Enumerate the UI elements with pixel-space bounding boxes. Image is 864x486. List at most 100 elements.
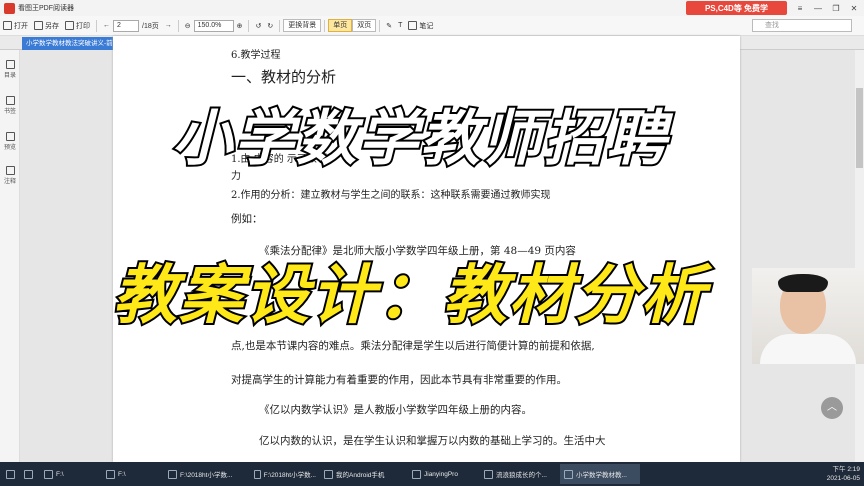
doc-line: 例如：: [231, 213, 263, 225]
browser-icon: [484, 469, 493, 479]
menu-icon[interactable]: ≡: [792, 0, 808, 16]
sidebar-label: 目录: [3, 73, 16, 79]
sidebar-label: 书签: [3, 109, 16, 115]
restore-icon[interactable]: ❐: [828, 0, 844, 16]
minimize-icon[interactable]: —: [810, 0, 826, 16]
promo-banner[interactable]: PS,C4D等 免费学: [686, 1, 787, 15]
double-page-button[interactable]: 双页: [352, 19, 377, 32]
sidebar-item-toc[interactable]: 目录: [0, 60, 20, 79]
folder-icon: [3, 21, 12, 30]
scrollbar[interactable]: [855, 50, 864, 462]
search-input[interactable]: 查找: [752, 19, 852, 32]
clock-time: 下午 2:19: [832, 466, 860, 473]
overlay-title: 小学数学教师招聘: [170, 102, 668, 176]
eye-icon: [5, 132, 15, 141]
single-page-button[interactable]: 单页: [328, 19, 353, 32]
title-bar: 看图王PDF阅读器 PS,C4D等 免费学 ≡ — ❐ ✕: [0, 0, 864, 16]
page-input[interactable]: 2: [113, 19, 139, 32]
print-label: 打印: [76, 22, 90, 30]
taskbar-label: F:\: [56, 470, 64, 478]
taskbar-item[interactable]: 我的Android手机: [320, 464, 408, 484]
divider: [96, 19, 97, 32]
divider: [177, 19, 179, 32]
app-logo-icon: [4, 2, 15, 14]
close-icon[interactable]: ✕: [846, 0, 862, 16]
folder-icon: [254, 469, 261, 479]
taskbar-label: JianyingPro: [424, 470, 458, 478]
sidebar-label: 注释: [3, 179, 16, 185]
presenter-hair: [778, 274, 828, 292]
clock-date: 2021-06-05: [826, 475, 860, 482]
taskbar-item-active[interactable]: 小学数学教材教...: [560, 464, 640, 484]
sidebar: 目录 书签 预览 注释: [0, 50, 20, 462]
section-number: 6.教学过程: [231, 50, 281, 61]
saveas-button[interactable]: 另存: [31, 18, 62, 34]
doc-line: 《亿以内数学认识》是人教版小学数学四年级上册的内容。: [259, 404, 532, 416]
highlighter-icon[interactable]: ✎: [383, 18, 395, 34]
sidebar-item-preview[interactable]: 预览: [0, 132, 20, 151]
doc-line: 2.作用的分析：建立教材与学生之间的联系：这种联系需要通过教师实现: [231, 190, 551, 201]
divider: [324, 19, 326, 32]
zoom-select[interactable]: 150.0%: [193, 19, 234, 32]
section-heading: 一、教材的分析: [231, 68, 337, 86]
taskbar-item[interactable]: F:\: [40, 464, 102, 484]
doc-line: 对提高学生的计算能力有着重要的作用，因此本节具有非常重要的作用。: [231, 374, 567, 386]
note-button[interactable]: 笔记: [405, 18, 436, 34]
drive-icon: [106, 469, 115, 479]
taskbar-item[interactable]: 流浪狼成长的个...: [480, 464, 560, 484]
overlay-subtitle: 教案设计：教材分析: [111, 257, 707, 335]
open-button[interactable]: 打开: [0, 18, 31, 34]
app-title: 看图王PDF阅读器: [18, 5, 74, 12]
prev-page-button[interactable]: ←: [100, 18, 113, 34]
note-icon: [408, 21, 418, 30]
folder-icon: [168, 469, 177, 479]
saveas-label: 另存: [45, 22, 59, 30]
webcam-video: [752, 268, 864, 364]
taskbar-label: F:\: [118, 470, 126, 478]
taskbar-item[interactable]: F:\2018ht小学数...: [164, 464, 250, 484]
note-label: 笔记: [419, 22, 434, 30]
taskbar-item[interactable]: JianyingPro: [408, 464, 480, 484]
doc-line: 点,也是本节课内容的难点。乘法分配律是学生以后进行简便计算的前提和依据,: [231, 340, 595, 352]
rotate-left-icon[interactable]: ↺: [252, 18, 264, 34]
taskbar-label: 小学数学教材教...: [576, 472, 627, 479]
taskbar-item-app[interactable]: [20, 464, 40, 484]
zoom-out-button[interactable]: ⊖: [182, 18, 194, 34]
printer-icon: [65, 21, 74, 30]
next-page-button[interactable]: →: [162, 18, 175, 34]
divider: [379, 19, 381, 32]
zoom-in-button[interactable]: ⊕: [234, 18, 246, 34]
divider: [279, 19, 281, 32]
scrollbar-thumb[interactable]: [856, 88, 863, 168]
text-tool-icon[interactable]: T: [395, 18, 405, 34]
comment-icon: [5, 166, 15, 175]
sidebar-item-bookmark[interactable]: 书签: [0, 96, 20, 115]
divider: [248, 19, 250, 32]
rotate-right-icon[interactable]: ↻: [264, 18, 276, 34]
sidebar-item-annotation[interactable]: 注释: [0, 166, 20, 185]
presenter-shirt: [760, 334, 856, 364]
taskbar-label: F:\2018ht小学数...: [263, 472, 316, 479]
taskbar-item[interactable]: F:\2018ht小学数...: [250, 464, 320, 484]
phone-icon: [324, 469, 333, 479]
taskbar-label: F:\2018ht小学数...: [180, 472, 233, 479]
sidebar-label: 预览: [3, 145, 16, 151]
print-button[interactable]: 打印: [62, 18, 93, 34]
taskbar-label: 我的Android手机: [336, 472, 385, 479]
scroll-to-top-button[interactable]: ︿: [821, 397, 843, 419]
list-icon: [5, 60, 15, 69]
drive-icon: [44, 469, 53, 479]
taskbar-label: 流浪狼成长的个...: [496, 472, 547, 479]
app-icon: [24, 469, 33, 479]
save-icon: [34, 21, 43, 30]
taskbar-item[interactable]: F:\: [102, 464, 164, 484]
video-editor-icon: [412, 469, 421, 479]
system-clock[interactable]: 下午 2:19 2021-06-05: [827, 465, 860, 483]
windows-start-icon[interactable]: [0, 462, 20, 486]
bookmark-icon: [5, 96, 15, 105]
toolbar: 打开 另存 打印 ← 2 /18页 → ⊖ 150.0% ⊕ ↺ ↻ 更换背景 …: [0, 16, 864, 36]
page-total: /18页: [142, 22, 159, 30]
windows-logo-icon: [5, 469, 15, 479]
taskbar: F:\ F:\ F:\2018ht小学数... F:\2018ht小学数... …: [0, 462, 864, 486]
change-background-button[interactable]: 更换背景: [283, 19, 322, 32]
